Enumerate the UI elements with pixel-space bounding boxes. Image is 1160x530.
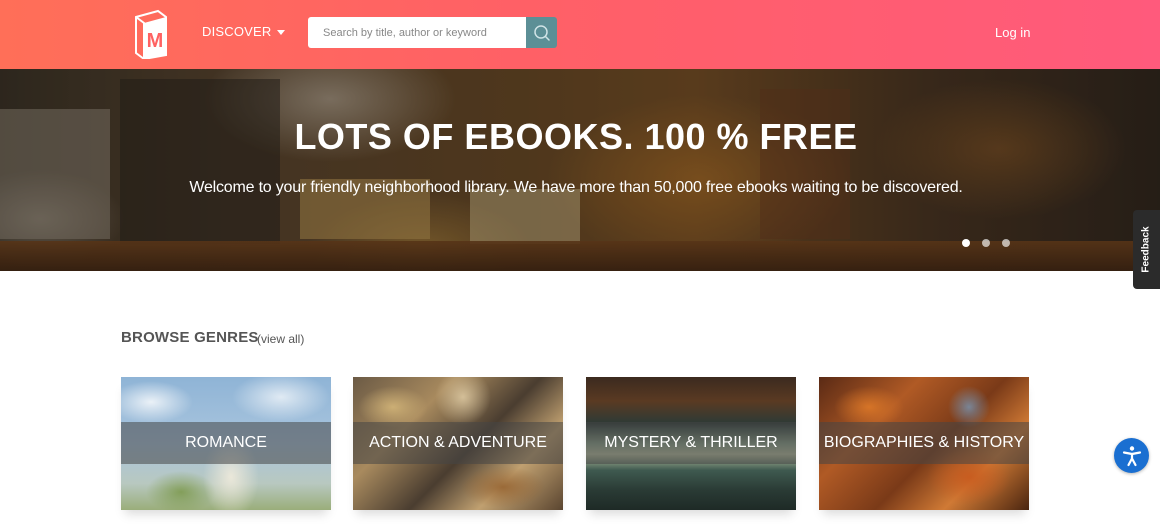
genre-label: BIOGRAPHIES & HISTORY bbox=[823, 434, 1025, 451]
top-navbar: M DISCOVER Log in bbox=[0, 0, 1160, 69]
search-icon bbox=[533, 24, 550, 41]
carousel-dot[interactable] bbox=[1002, 239, 1010, 247]
genre-card-biographies-history[interactable]: BIOGRAPHIES & HISTORY bbox=[819, 377, 1029, 510]
genre-label: ACTION & ADVENTURE bbox=[369, 434, 547, 451]
genre-label: MYSTERY & THRILLER bbox=[604, 434, 778, 451]
book-logo-icon[interactable]: M bbox=[132, 9, 170, 61]
discover-label: DISCOVER bbox=[202, 24, 272, 39]
accessibility-button[interactable] bbox=[1114, 438, 1149, 473]
carousel-dot[interactable] bbox=[982, 239, 990, 247]
feedback-tab[interactable]: Feedback bbox=[1133, 210, 1160, 289]
hero-subtitle: Welcome to your friendly neighborhood li… bbox=[189, 179, 963, 196]
browse-genres-heading: BROWSE GENRES bbox=[121, 329, 259, 346]
hero-banner: LOTS OF EBOOKS. 100 % FREE Welcome to yo… bbox=[0, 69, 1160, 271]
genre-card-romance[interactable]: ROMANCE bbox=[121, 377, 331, 510]
genre-card-mystery-thriller[interactable]: MYSTERY & THRILLER bbox=[586, 377, 796, 510]
carousel-dot[interactable] bbox=[962, 239, 970, 247]
search-input[interactable] bbox=[308, 17, 526, 48]
accessibility-icon bbox=[1122, 445, 1141, 466]
feedback-label: Feedback bbox=[1141, 226, 1153, 273]
login-link[interactable]: Log in bbox=[995, 25, 1030, 40]
carousel-dots bbox=[962, 239, 1010, 247]
genre-label: ROMANCE bbox=[185, 434, 267, 451]
caret-down-icon bbox=[276, 30, 285, 35]
hero-title: LOTS OF EBOOKS. 100 % FREE bbox=[294, 116, 858, 157]
search-button[interactable] bbox=[526, 17, 557, 48]
logo-letter: M bbox=[147, 30, 164, 52]
genre-card-action-adventure[interactable]: ACTION & ADVENTURE bbox=[353, 377, 563, 510]
view-all-genres-link[interactable]: (view all) bbox=[257, 332, 304, 346]
discover-menu[interactable]: DISCOVER bbox=[202, 24, 285, 39]
